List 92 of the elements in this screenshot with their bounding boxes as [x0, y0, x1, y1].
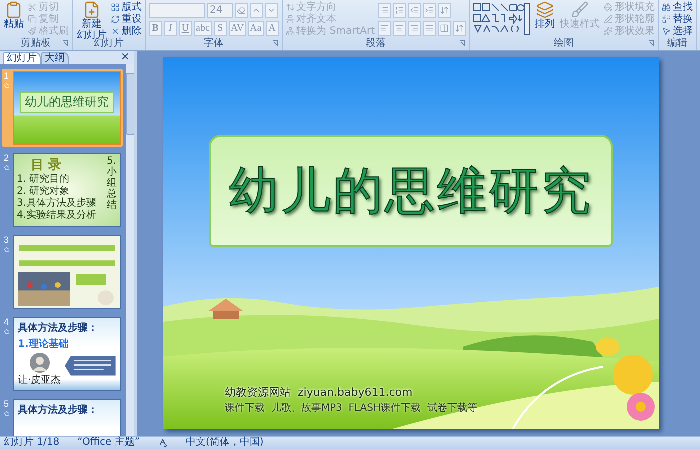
slide-number: 2	[4, 153, 9, 163]
panel-tab[interactable]: 大纲	[41, 52, 69, 64]
tool-icon	[425, 24, 434, 33]
slide-thumbnail[interactable]: 幼儿的思维研究	[13, 71, 121, 145]
star-icon	[4, 329, 10, 335]
tool-icon	[111, 14, 120, 24]
slide-thumbnail-row[interactable]: 3	[2, 233, 123, 311]
spell-check-icon[interactable]	[158, 438, 168, 448]
theme-name: “Office 主题”	[78, 437, 140, 449]
ribbon-button[interactable]: 删除	[111, 25, 142, 37]
scrollbar[interactable]	[126, 64, 134, 436]
group-label: 绘图	[554, 38, 574, 49]
site-text: 幼教资源网站 ziyuan.baby611.com	[225, 385, 414, 400]
tool-icon	[286, 2, 295, 12]
slide-thumbnail-row[interactable]: 2 目 录 1. 研究目的 2. 研究对象 3.具体方法及步骤 4.实验结果及分析 5.小组总结	[2, 151, 123, 229]
tool-icon	[455, 24, 464, 33]
panel-tab[interactable]: 幻灯片	[3, 52, 41, 64]
slide-thumbnail[interactable]: 目 录 1. 研究目的 2. 研究对象 3.具体方法及步骤 4.实验结果及分析 5.小组总结	[13, 153, 121, 227]
group-label: 幻灯片	[94, 38, 124, 49]
scroll-thumb[interactable]	[126, 73, 134, 135]
thumbnail-title: 目 录	[30, 157, 63, 174]
list-item: 4.实验结果及分析	[17, 210, 98, 222]
side-label: 5.小组总结	[107, 156, 117, 213]
group-label: 段落	[366, 38, 386, 49]
slide-thumbnail[interactable]: 具体方法及步骤：	[13, 399, 121, 436]
tool-icon	[440, 24, 450, 33]
ribbon-button[interactable]: 选择	[662, 25, 694, 37]
tool-icon	[286, 26, 295, 36]
shapes-gallery[interactable]	[473, 3, 532, 36]
tool-icon	[440, 6, 450, 15]
star-icon	[4, 411, 10, 417]
slide-thumbnail-row[interactable]: 4 具体方法及步骤： 1.理论基础 让·皮亚杰	[2, 315, 123, 393]
close-button[interactable]: ×	[120, 51, 130, 63]
star-icon	[4, 165, 10, 171]
tool-icon	[237, 6, 246, 15]
tool-icon	[425, 6, 434, 15]
ribbon-button[interactable]: 查找	[662, 1, 694, 13]
ribbon-button[interactable]: 版式	[111, 1, 142, 13]
links-text: 课件下载 儿歌、故事MP3 FLASH课件下载 试卷下载等	[225, 402, 478, 415]
slide-counter: 幻灯片 1/18	[4, 437, 60, 449]
ribbon-button[interactable]: 粘贴	[3, 1, 25, 30]
tool-icon	[571, 1, 590, 19]
tool-icon	[410, 24, 420, 33]
group-label: 编辑	[668, 38, 688, 49]
avatar-icon	[30, 353, 50, 373]
group-label: 剪贴板	[21, 38, 51, 49]
star-icon	[4, 83, 10, 89]
slide-thumbnail[interactable]: 具体方法及步骤： 1.理论基础 让·皮亚杰	[13, 317, 121, 391]
tool-icon	[604, 2, 614, 12]
tool-icon	[662, 2, 672, 12]
tool-icon	[395, 24, 404, 33]
tool-icon	[111, 26, 120, 36]
list-item: 2. 研究对象	[17, 186, 71, 198]
thumbnail-title: 具体方法及步骤：	[18, 321, 99, 335]
tool-icon	[536, 1, 554, 19]
launcher-icon[interactable]	[62, 40, 69, 47]
slide-thumbnail-row[interactable]: 5 具体方法及步骤：	[2, 397, 123, 436]
launcher-icon[interactable]	[459, 40, 466, 47]
slide-number: 4	[4, 317, 9, 327]
star-icon	[4, 247, 10, 253]
thumbnail-subtitle: 1.理论基础	[18, 338, 70, 351]
tool-icon	[28, 26, 37, 36]
list-item: 1. 研究目的	[17, 174, 71, 186]
slide-number: 5	[4, 399, 9, 409]
group-label: 字体	[204, 38, 224, 49]
tool-icon	[410, 6, 420, 15]
launcher-icon[interactable]	[648, 40, 656, 47]
tool-icon	[604, 14, 614, 24]
ribbon-button[interactable]: 重设	[111, 13, 142, 25]
slide-title: 幼儿的思维研究	[229, 160, 593, 222]
tool-icon	[28, 14, 37, 24]
tool-icon	[380, 24, 390, 33]
tool-icon	[286, 14, 295, 24]
tool-icon	[604, 26, 614, 36]
tool-icon	[111, 2, 120, 12]
slide-thumbnail-row[interactable]: 1 幼儿的思维研究	[2, 69, 123, 147]
tool-icon	[380, 6, 390, 15]
tool-icon	[662, 26, 672, 36]
ribbon-button[interactable]: 排列	[534, 1, 556, 30]
ribbon-button[interactable]: 替换	[662, 13, 694, 25]
slide-number: 3	[4, 235, 9, 245]
thumbnail-title: 幼儿的思维研究	[20, 92, 114, 113]
tool-icon	[28, 2, 37, 12]
tool-icon	[83, 1, 101, 19]
caption: 让·皮亚杰	[18, 374, 62, 387]
list-item: 3.具体方法及步骤	[17, 198, 98, 210]
launcher-icon[interactable]	[272, 40, 279, 47]
thumbnail-title: 具体方法及步骤：	[18, 403, 99, 417]
tool-icon	[395, 6, 404, 15]
slide-number: 1	[4, 71, 9, 81]
tool-icon	[5, 1, 23, 19]
language-label: 中文(简体，中国)	[186, 437, 264, 449]
